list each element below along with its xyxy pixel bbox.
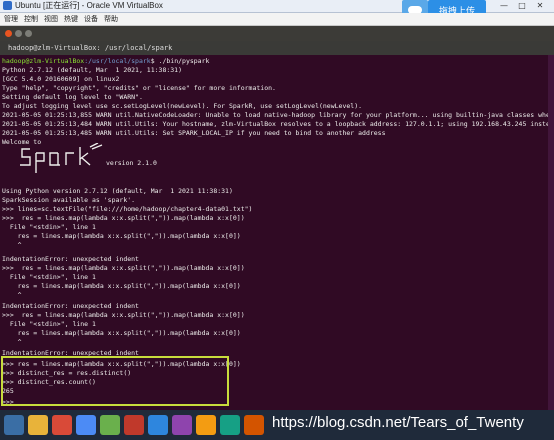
terminal-line: Setting default log level to "WARN". xyxy=(2,93,143,101)
close-button[interactable]: ✕ xyxy=(532,1,548,11)
terminal-line: res = lines.map(lambda x:x.split(",")).m… xyxy=(2,232,241,240)
menu-hotkey[interactable]: 热键 xyxy=(64,13,78,25)
app-icon[interactable] xyxy=(124,415,144,435)
window-title: Ubuntu [正在运行] - Oracle VM VirtualBox xyxy=(15,1,163,10)
app-icon[interactable] xyxy=(196,415,216,435)
terminal-line: [GCC 5.4.0 20160609] on linux2 xyxy=(2,75,120,83)
terminal-line: ^ xyxy=(2,241,22,249)
highlight-box xyxy=(1,356,229,406)
start-icon[interactable] xyxy=(4,415,24,435)
terminal-line: Type "help", "copyright", "credits" or "… xyxy=(2,84,276,92)
terminal-title: hadoop@zlm-VirtualBox: /usr/local/spark xyxy=(8,44,173,52)
menu-view[interactable]: 视图 xyxy=(44,13,58,25)
terminal-scrollbar[interactable] xyxy=(548,55,554,410)
terminal-line: IndentationError: unexpected indent xyxy=(2,302,139,310)
terminal-line: >>> res = lines.map(lambda x:x.split(","… xyxy=(2,311,245,319)
terminal-line: >>> res = lines.map(lambda x:x.split(","… xyxy=(2,264,245,272)
app-icon[interactable] xyxy=(220,415,240,435)
terminal-line: File "<stdin>", line 1 xyxy=(2,223,96,231)
vbox-menu-bar: 管理 控制 视图 热键 设备 帮助 xyxy=(0,13,554,26)
minimize-button[interactable]: — xyxy=(496,1,512,11)
terminal-line: res = lines.map(lambda x:x.split(",")).m… xyxy=(2,282,241,290)
app-icon[interactable] xyxy=(172,415,192,435)
terminal-line: 2021-05-05 01:25:13,855 WARN util.Native… xyxy=(2,111,554,119)
terminal-prompt-line: hadoop@zlm-VirtualBox:/usr/local/spark$ … xyxy=(2,57,210,65)
app-icon[interactable] xyxy=(244,415,264,435)
menu-manage[interactable]: 管理 xyxy=(4,13,18,25)
menu-help[interactable]: 帮助 xyxy=(104,13,118,25)
terminal-line: ^ xyxy=(2,291,22,299)
terminal-line: 2021-05-05 01:25:13,484 WARN util.Utils:… xyxy=(2,120,554,128)
terminal-line: To adjust logging level use sc.setLogLev… xyxy=(2,102,363,110)
maximize-button[interactable]: □ xyxy=(514,1,530,11)
terminal-line: res = lines.map(lambda x:x.split(",")).m… xyxy=(2,329,241,337)
terminal-title-bar: hadoop@zlm-VirtualBox: /usr/local/spark xyxy=(0,41,554,55)
app-icon[interactable] xyxy=(100,415,120,435)
menu-control[interactable]: 控制 xyxy=(24,13,38,25)
terminal-line: File "<stdin>", line 1 xyxy=(2,320,96,328)
terminal-line: Using Python version 2.7.12 (default, Ma… xyxy=(2,187,233,195)
terminal-line: >>> res = lines.map(lambda x:x.split(","… xyxy=(2,214,245,222)
file-explorer-icon[interactable] xyxy=(28,415,48,435)
terminal-line: File "<stdin>", line 1 xyxy=(2,273,96,281)
app-icon[interactable] xyxy=(148,415,168,435)
minimize-window-icon[interactable] xyxy=(15,30,22,37)
ubuntu-top-bar xyxy=(0,26,554,41)
terminal-output[interactable]: hadoop@zlm-VirtualBox:/usr/local/spark$ … xyxy=(0,55,554,410)
terminal-line: >>> lines=sc.textFile("file:///home/hado… xyxy=(2,205,253,213)
app-icon[interactable] xyxy=(76,415,96,435)
close-window-icon[interactable] xyxy=(5,30,12,37)
terminal-line: ^ xyxy=(2,338,22,346)
spark-logo xyxy=(20,143,103,173)
menu-devices[interactable]: 设备 xyxy=(84,13,98,25)
browser-icon[interactable] xyxy=(52,415,72,435)
watermark: https://blog.csdn.net/Tears_of_Twenty xyxy=(272,414,524,431)
virtualbox-icon xyxy=(3,1,12,10)
terminal-line: Python 2.7.12 (default, Mar 1 2021, 11:3… xyxy=(2,66,183,74)
terminal-line: 2021-05-05 01:25:13,485 WARN util.Utils:… xyxy=(2,129,386,137)
maximize-window-icon[interactable] xyxy=(25,30,32,37)
terminal-line: IndentationError: unexpected indent xyxy=(2,255,139,263)
terminal-line: SparkSession available as 'spark'. xyxy=(2,196,136,204)
spark-version: version 2.1.0 xyxy=(106,159,157,167)
